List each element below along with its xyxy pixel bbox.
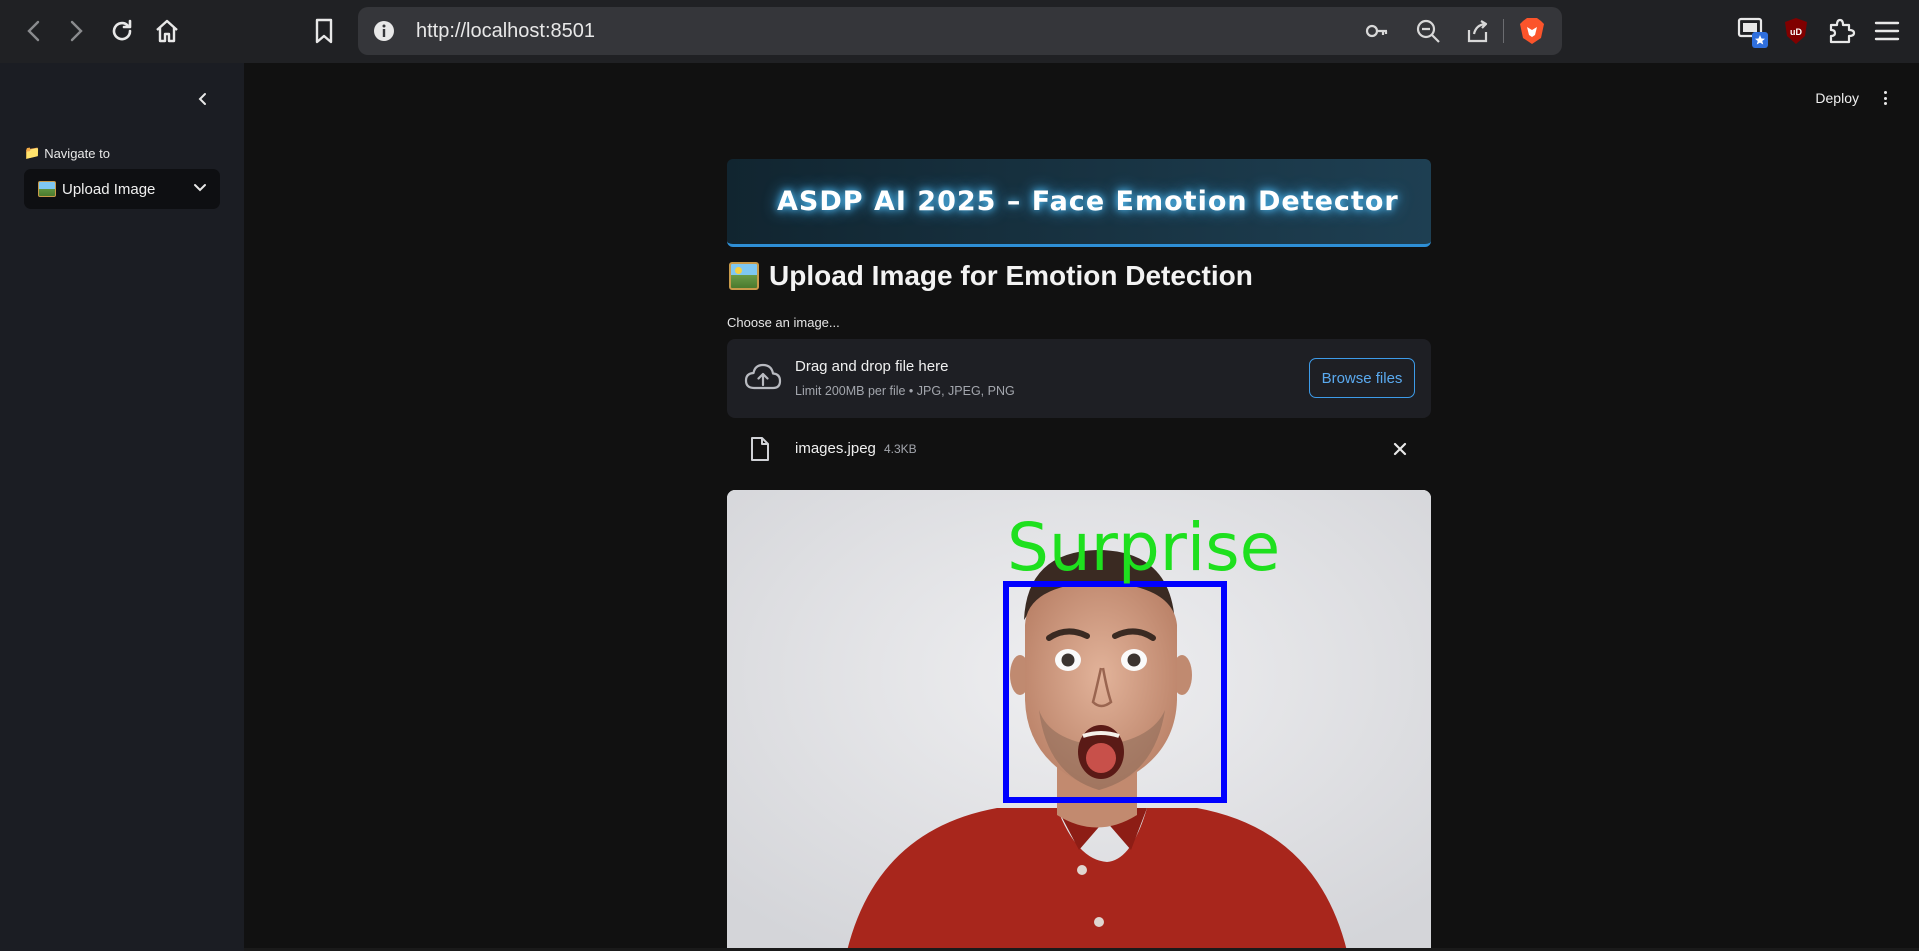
dropzone-limits: Limit 200MB per file • JPG, JPEG, PNG: [795, 384, 1015, 398]
emotion-label: Surprise: [1007, 509, 1280, 586]
url-text[interactable]: http://localhost:8501: [416, 20, 595, 43]
page-heading: Upload Image for Emotion Detection: [729, 260, 1253, 292]
site-info-icon[interactable]: [372, 19, 396, 43]
title-banner: ASDP AI 2025 – Face Emotion Detector: [727, 159, 1431, 247]
page-heading-text: Upload Image for Emotion Detection: [769, 260, 1253, 291]
chevron-down-icon: [192, 179, 208, 199]
deploy-button[interactable]: Deploy: [1815, 90, 1859, 106]
key-icon[interactable]: [1363, 17, 1391, 45]
collapse-sidebar-icon[interactable]: [192, 89, 212, 109]
banner-title: ASDP AI 2025 – Face Emotion Detector: [777, 186, 1399, 217]
share-icon[interactable]: [1464, 17, 1492, 45]
nav-label: 📁 Navigate to: [24, 145, 110, 161]
brave-shield-icon[interactable]: [1518, 17, 1546, 45]
svg-text:uD: uD: [1790, 27, 1802, 37]
browser-toolbar: http://localhost:8501 uD: [0, 0, 1919, 63]
home-icon[interactable]: [149, 12, 185, 50]
folder-icon: 📁: [24, 145, 41, 160]
zoom-out-icon[interactable]: [1414, 17, 1442, 45]
more-options-icon[interactable]: [1879, 88, 1891, 108]
dropzone-title: Drag and drop file here: [795, 358, 949, 375]
bookmark-icon[interactable]: [306, 12, 342, 50]
browse-files-button[interactable]: Browse files: [1309, 358, 1415, 398]
file-name: images.jpeg: [795, 440, 876, 457]
ublock-icon[interactable]: uD: [1779, 14, 1813, 48]
uploaded-file-row: images.jpeg 4.3KB: [727, 430, 1431, 470]
file-dropzone[interactable]: Drag and drop file here Limit 200MB per …: [727, 339, 1431, 418]
toolbar-divider: [1503, 19, 1504, 43]
menu-icon[interactable]: [1870, 14, 1904, 48]
page-select[interactable]: Upload Image: [24, 169, 220, 209]
tab-manager-icon[interactable]: [1736, 14, 1770, 48]
cloud-upload-icon: [743, 361, 783, 395]
file-icon: [749, 436, 771, 462]
close-icon[interactable]: [1391, 440, 1409, 458]
forward-icon[interactable]: [58, 12, 94, 50]
file-size: 4.3KB: [884, 442, 917, 456]
extensions-icon[interactable]: [1824, 14, 1858, 48]
back-icon[interactable]: [16, 12, 52, 50]
reload-icon[interactable]: [104, 12, 140, 50]
picture-icon: [729, 262, 759, 290]
picture-icon: [38, 181, 56, 197]
selected-page: Upload Image: [62, 180, 156, 198]
uploader-label: Choose an image...: [727, 315, 840, 330]
nav-label-text: Navigate to: [44, 145, 110, 161]
detection-result-image: Surprise: [727, 490, 1431, 951]
face-photo: Surprise: [727, 490, 1431, 951]
sidebar: 📁 Navigate to Upload Image: [0, 63, 244, 951]
address-bar[interactable]: http://localhost:8501: [358, 7, 1562, 55]
